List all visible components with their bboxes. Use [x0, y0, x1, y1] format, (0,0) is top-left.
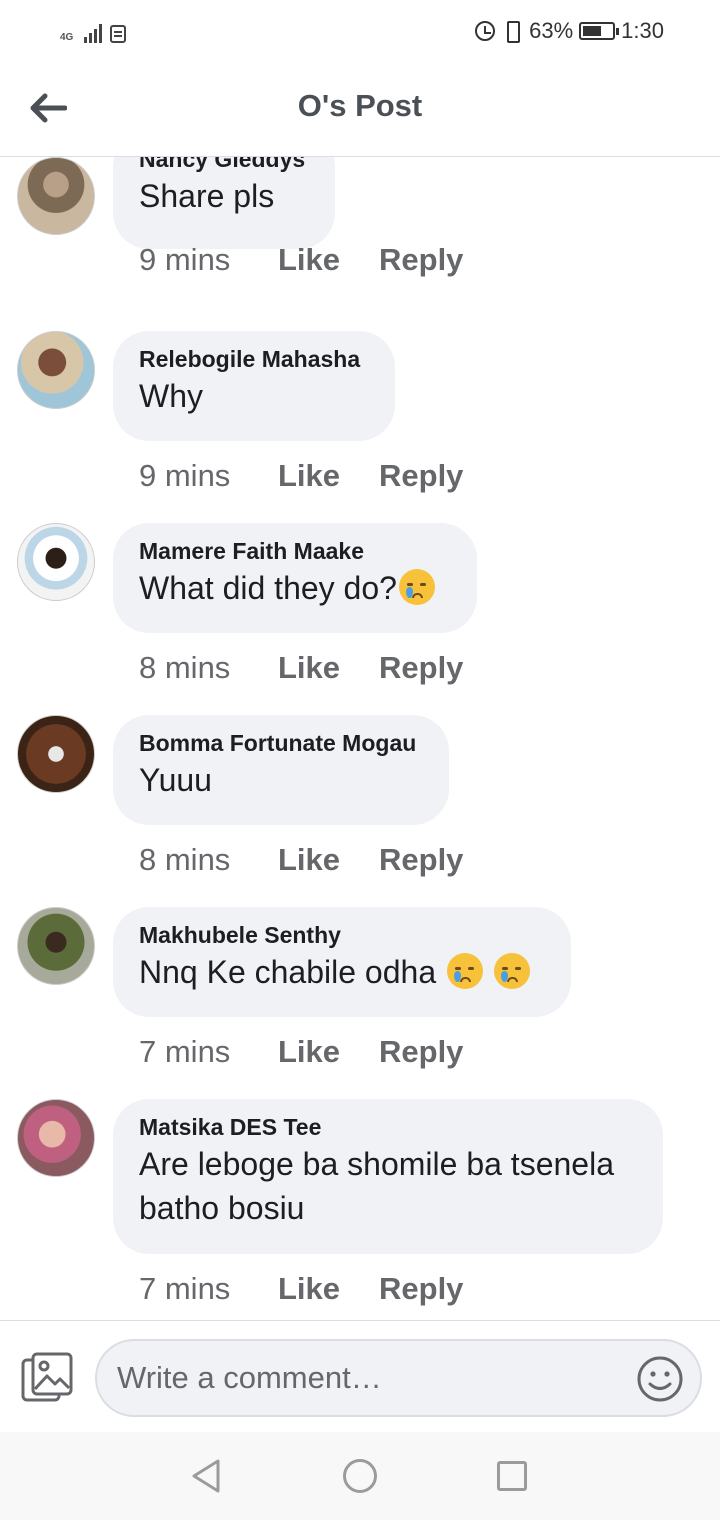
smiley-icon — [637, 1356, 683, 1402]
crying-face-emoji — [493, 953, 530, 989]
like-button[interactable]: Like — [278, 842, 379, 878]
avatar[interactable] — [17, 907, 95, 985]
like-button[interactable]: Like — [278, 242, 379, 278]
signal-icon — [84, 23, 102, 43]
battery-icon — [579, 22, 620, 40]
emoji-button[interactable] — [636, 1355, 684, 1403]
crying-face-emoji — [447, 953, 483, 989]
comment-meta: 7 mins Like Reply — [139, 1023, 463, 1081]
avatar[interactable] — [17, 523, 95, 601]
comment-time[interactable]: 7 mins — [139, 1034, 278, 1070]
clock: 1:30 — [621, 18, 664, 43]
comment-meta: 9 mins Like Reply — [139, 447, 463, 505]
network-type: 4G — [60, 32, 74, 43]
status-bar: 4G 63% 1:30 — [0, 0, 720, 62]
comment-author[interactable]: Makhubele Senthy — [139, 921, 545, 949]
comment-bubble[interactable]: Matsika DES Tee Are leboge ba shomile ba… — [113, 1099, 663, 1254]
comment-author[interactable]: Nancy Gleddys — [139, 157, 309, 173]
battery-percent: 63% — [529, 18, 574, 43]
comment-meta: 7 mins Like Reply — [139, 1260, 463, 1318]
comment-author[interactable]: Mamere Faith Maake — [139, 537, 451, 565]
nav-back-button[interactable] — [190, 1458, 222, 1494]
comment-text-line: Are leboge ba shomile ba tsenela — [139, 1146, 614, 1182]
comment-text: Nnq Ke chabile odha — [139, 950, 545, 994]
sim-icon — [110, 25, 126, 43]
alarm-icon — [475, 21, 496, 41]
nav-back-icon — [192, 1459, 220, 1493]
like-button[interactable]: Like — [278, 1034, 379, 1070]
comment-time[interactable]: 8 mins — [139, 650, 278, 686]
comment-composer — [0, 1320, 720, 1432]
comment-meta: 9 mins Like Reply — [139, 231, 463, 289]
like-button[interactable]: Like — [278, 458, 379, 494]
comment-author[interactable]: Relebogile Mahasha — [139, 345, 369, 373]
system-nav-bar — [0, 1432, 720, 1520]
post-header: O's Post — [0, 62, 720, 157]
sleepy-face-emoji — [398, 569, 435, 605]
comment-text-content: What did they do? — [139, 570, 397, 606]
comment-meta: 8 mins Like Reply — [139, 639, 463, 697]
comment-meta: 8 mins Like Reply — [139, 831, 463, 889]
comment-input[interactable] — [95, 1339, 702, 1417]
comment-time[interactable]: 9 mins — [139, 242, 278, 278]
comment-bubble[interactable]: Makhubele Senthy Nnq Ke chabile odha — [113, 907, 571, 1017]
avatar[interactable] — [17, 157, 95, 235]
comment-text: Share pls — [139, 178, 275, 214]
photo-icon — [21, 1352, 73, 1402]
nav-recents-icon[interactable] — [497, 1461, 527, 1491]
vibrate-icon — [501, 20, 523, 43]
comment-time[interactable]: 8 mins — [139, 842, 278, 878]
reply-button[interactable]: Reply — [379, 650, 463, 686]
comment-author[interactable]: Bomma Fortunate Mogau — [139, 729, 423, 757]
like-button[interactable]: Like — [278, 650, 379, 686]
comment-text: Are leboge ba shomile ba tsenela batho b… — [139, 1142, 637, 1230]
comment-bubble[interactable]: Relebogile Mahasha Why — [113, 331, 395, 441]
comment-text: Why — [139, 378, 203, 414]
avatar[interactable] — [17, 1099, 95, 1177]
reply-button[interactable]: Reply — [379, 1034, 463, 1070]
status-right: 63% 1:30 — [475, 16, 664, 46]
page-title: O's Post — [297, 88, 423, 123]
reply-button[interactable]: Reply — [379, 842, 463, 878]
comment-list[interactable]: Nancy Gleddys Share pls 9 mins Like Repl… — [0, 157, 720, 1320]
comment-time[interactable]: 9 mins — [139, 458, 278, 494]
avatar[interactable] — [17, 331, 95, 409]
comment-text-content: Nnq Ke chabile odha — [139, 954, 445, 990]
reply-button[interactable]: Reply — [379, 242, 463, 278]
like-button[interactable]: Like — [278, 1271, 379, 1307]
comment-author[interactable]: Matsika DES Tee — [139, 1113, 637, 1141]
avatar[interactable] — [17, 715, 95, 793]
comment-bubble[interactable]: Bomma Fortunate Mogau Yuuu — [113, 715, 449, 825]
photo-button[interactable] — [20, 1351, 74, 1405]
status-left: 4G — [60, 17, 126, 43]
comment-text: What did they do? — [139, 566, 451, 610]
comment-text: Yuuu — [139, 762, 212, 798]
comment-text-line: batho bosiu — [139, 1190, 305, 1226]
reply-button[interactable]: Reply — [379, 1271, 463, 1307]
nav-home-icon[interactable] — [343, 1459, 377, 1493]
comment-time[interactable]: 7 mins — [139, 1271, 278, 1307]
reply-button[interactable]: Reply — [379, 458, 463, 494]
comment-bubble[interactable]: Mamere Faith Maake What did they do? — [113, 523, 477, 633]
